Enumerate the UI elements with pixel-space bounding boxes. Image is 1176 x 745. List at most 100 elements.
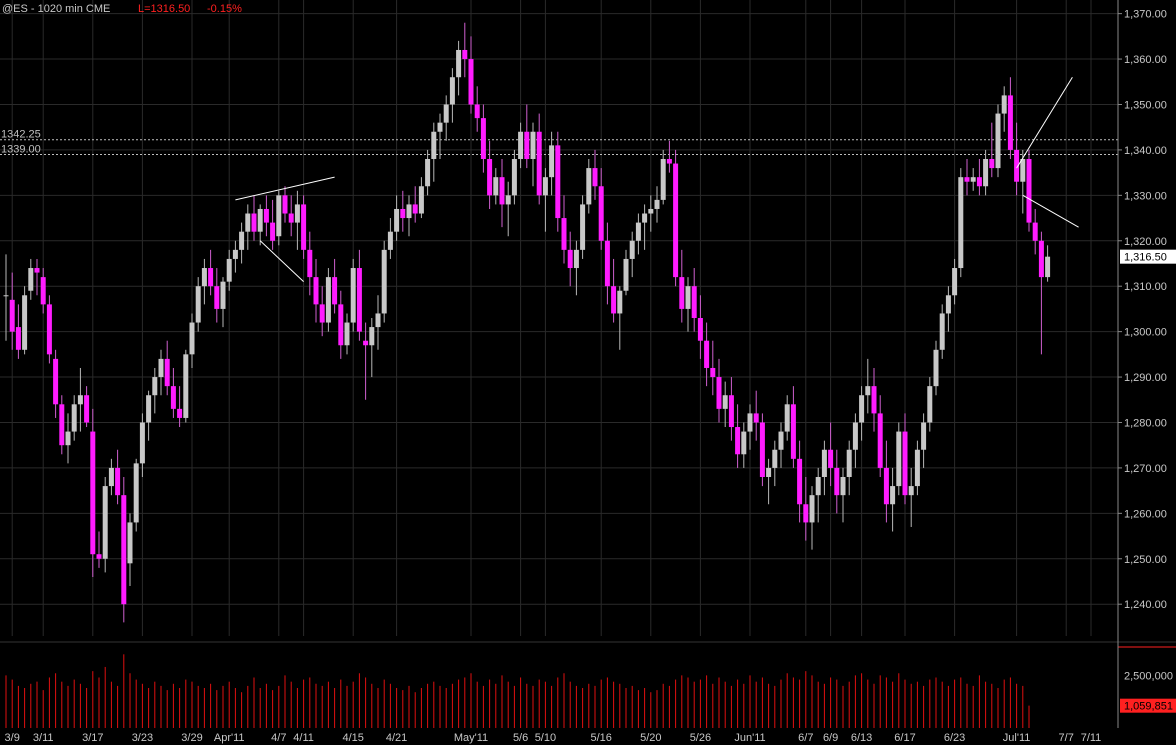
candle-body[interactable] xyxy=(493,177,499,196)
candle-body[interactable] xyxy=(1026,159,1032,223)
candle-body[interactable] xyxy=(970,177,976,182)
candle-body[interactable] xyxy=(902,431,908,496)
candle-body[interactable] xyxy=(989,159,995,169)
candle-body[interactable] xyxy=(865,386,871,396)
candle-body[interactable] xyxy=(958,177,964,269)
candle-body[interactable] xyxy=(133,463,139,523)
candle-body[interactable] xyxy=(34,268,40,273)
candle-body[interactable] xyxy=(102,486,108,559)
candle-body[interactable] xyxy=(1032,222,1038,241)
candle-body[interactable] xyxy=(437,122,443,132)
candle-body[interactable] xyxy=(146,395,152,423)
candle-body[interactable] xyxy=(834,467,840,496)
candle-body[interactable] xyxy=(735,427,741,455)
candle-body[interactable] xyxy=(431,131,437,159)
candle-body[interactable] xyxy=(152,377,158,396)
candle-body[interactable] xyxy=(270,222,276,241)
candle-body[interactable] xyxy=(617,290,623,314)
candle-body[interactable] xyxy=(691,286,697,318)
candle-body[interactable] xyxy=(753,413,759,423)
candle-body[interactable] xyxy=(449,77,455,105)
candle-body[interactable] xyxy=(518,131,524,159)
candle-body[interactable] xyxy=(840,477,846,496)
candle-body[interactable] xyxy=(139,422,145,464)
candle-body[interactable] xyxy=(654,199,660,209)
candle-body[interactable] xyxy=(1001,95,1007,114)
candle-body[interactable] xyxy=(567,249,573,269)
candle-body[interactable] xyxy=(59,404,65,446)
candle-body[interactable] xyxy=(927,386,933,423)
candle-body[interactable] xyxy=(363,340,369,346)
candle-body[interactable] xyxy=(914,449,920,487)
candle-body[interactable] xyxy=(549,145,555,178)
candle-body[interactable] xyxy=(846,449,852,477)
candle-body[interactable] xyxy=(381,249,387,314)
candle-body[interactable] xyxy=(871,386,877,414)
candle-body[interactable] xyxy=(369,327,375,346)
candle-body[interactable] xyxy=(604,240,610,287)
candle-body[interactable] xyxy=(747,413,753,432)
candle-body[interactable] xyxy=(722,395,728,409)
candle-body[interactable] xyxy=(704,340,710,368)
candle-body[interactable] xyxy=(15,327,21,350)
candle-body[interactable] xyxy=(214,286,220,309)
candle-body[interactable] xyxy=(1020,159,1026,182)
candle-body[interactable] xyxy=(759,422,765,477)
candle-body[interactable] xyxy=(158,358,164,378)
candle-body[interactable] xyxy=(239,231,245,250)
candle-body[interactable] xyxy=(22,295,28,350)
candle-body[interactable] xyxy=(313,277,319,305)
candle-body[interactable] xyxy=(1007,95,1013,150)
candle-body[interactable] xyxy=(561,218,567,250)
candle-body[interactable] xyxy=(115,467,121,496)
candle-body[interactable] xyxy=(332,277,338,305)
candle-body[interactable] xyxy=(164,358,170,387)
candle-body[interactable] xyxy=(183,354,189,418)
candle-body[interactable] xyxy=(220,281,226,309)
candle-body[interactable] xyxy=(108,467,114,487)
candle-body[interactable] xyxy=(282,195,288,214)
candle-body[interactable] xyxy=(65,431,71,446)
candle-body[interactable] xyxy=(710,367,716,378)
candle-body[interactable] xyxy=(542,177,548,196)
candle-body[interactable] xyxy=(487,159,493,196)
candle-body[interactable] xyxy=(821,449,827,477)
candle-body[interactable] xyxy=(301,204,307,250)
candle-body[interactable] xyxy=(412,204,418,214)
candle-body[interactable] xyxy=(976,177,982,187)
candle-body[interactable] xyxy=(797,458,803,505)
candle-body[interactable] xyxy=(3,295,9,297)
candle-body[interactable] xyxy=(505,195,511,205)
candle-body[interactable] xyxy=(580,204,586,250)
candle-body[interactable] xyxy=(679,277,685,309)
candle-body[interactable] xyxy=(728,395,734,428)
candle-body[interactable] xyxy=(208,268,214,287)
candle-body[interactable] xyxy=(778,431,784,450)
candle-body[interactable] xyxy=(344,322,350,346)
candle-body[interactable] xyxy=(983,159,989,187)
candle-body[interactable] xyxy=(251,213,257,232)
candle-body[interactable] xyxy=(939,313,945,350)
candle-body[interactable] xyxy=(77,395,83,405)
candle-body[interactable] xyxy=(338,304,344,346)
candle-body[interactable] xyxy=(1045,256,1051,278)
candle-body[interactable] xyxy=(245,213,251,232)
candle-body[interactable] xyxy=(877,413,883,468)
candle-body[interactable] xyxy=(995,113,1001,169)
candle-body[interactable] xyxy=(294,204,300,223)
candle-body[interactable] xyxy=(462,49,468,60)
candle-body[interactable] xyxy=(1038,240,1044,278)
candle-body[interactable] xyxy=(177,408,183,418)
candle-body[interactable] xyxy=(648,208,654,214)
candle-body[interactable] xyxy=(815,477,821,496)
candle-body[interactable] xyxy=(623,258,629,291)
candle-body[interactable] xyxy=(480,118,486,159)
candle-body[interactable] xyxy=(766,467,772,477)
candle-body[interactable] xyxy=(908,486,914,496)
candle-body[interactable] xyxy=(9,299,15,332)
candle-body[interactable] xyxy=(418,186,424,214)
candle-body[interactable] xyxy=(263,208,269,223)
candle-body[interactable] xyxy=(716,377,722,409)
candle-body[interactable] xyxy=(685,286,691,309)
candle-body[interactable] xyxy=(852,422,858,450)
